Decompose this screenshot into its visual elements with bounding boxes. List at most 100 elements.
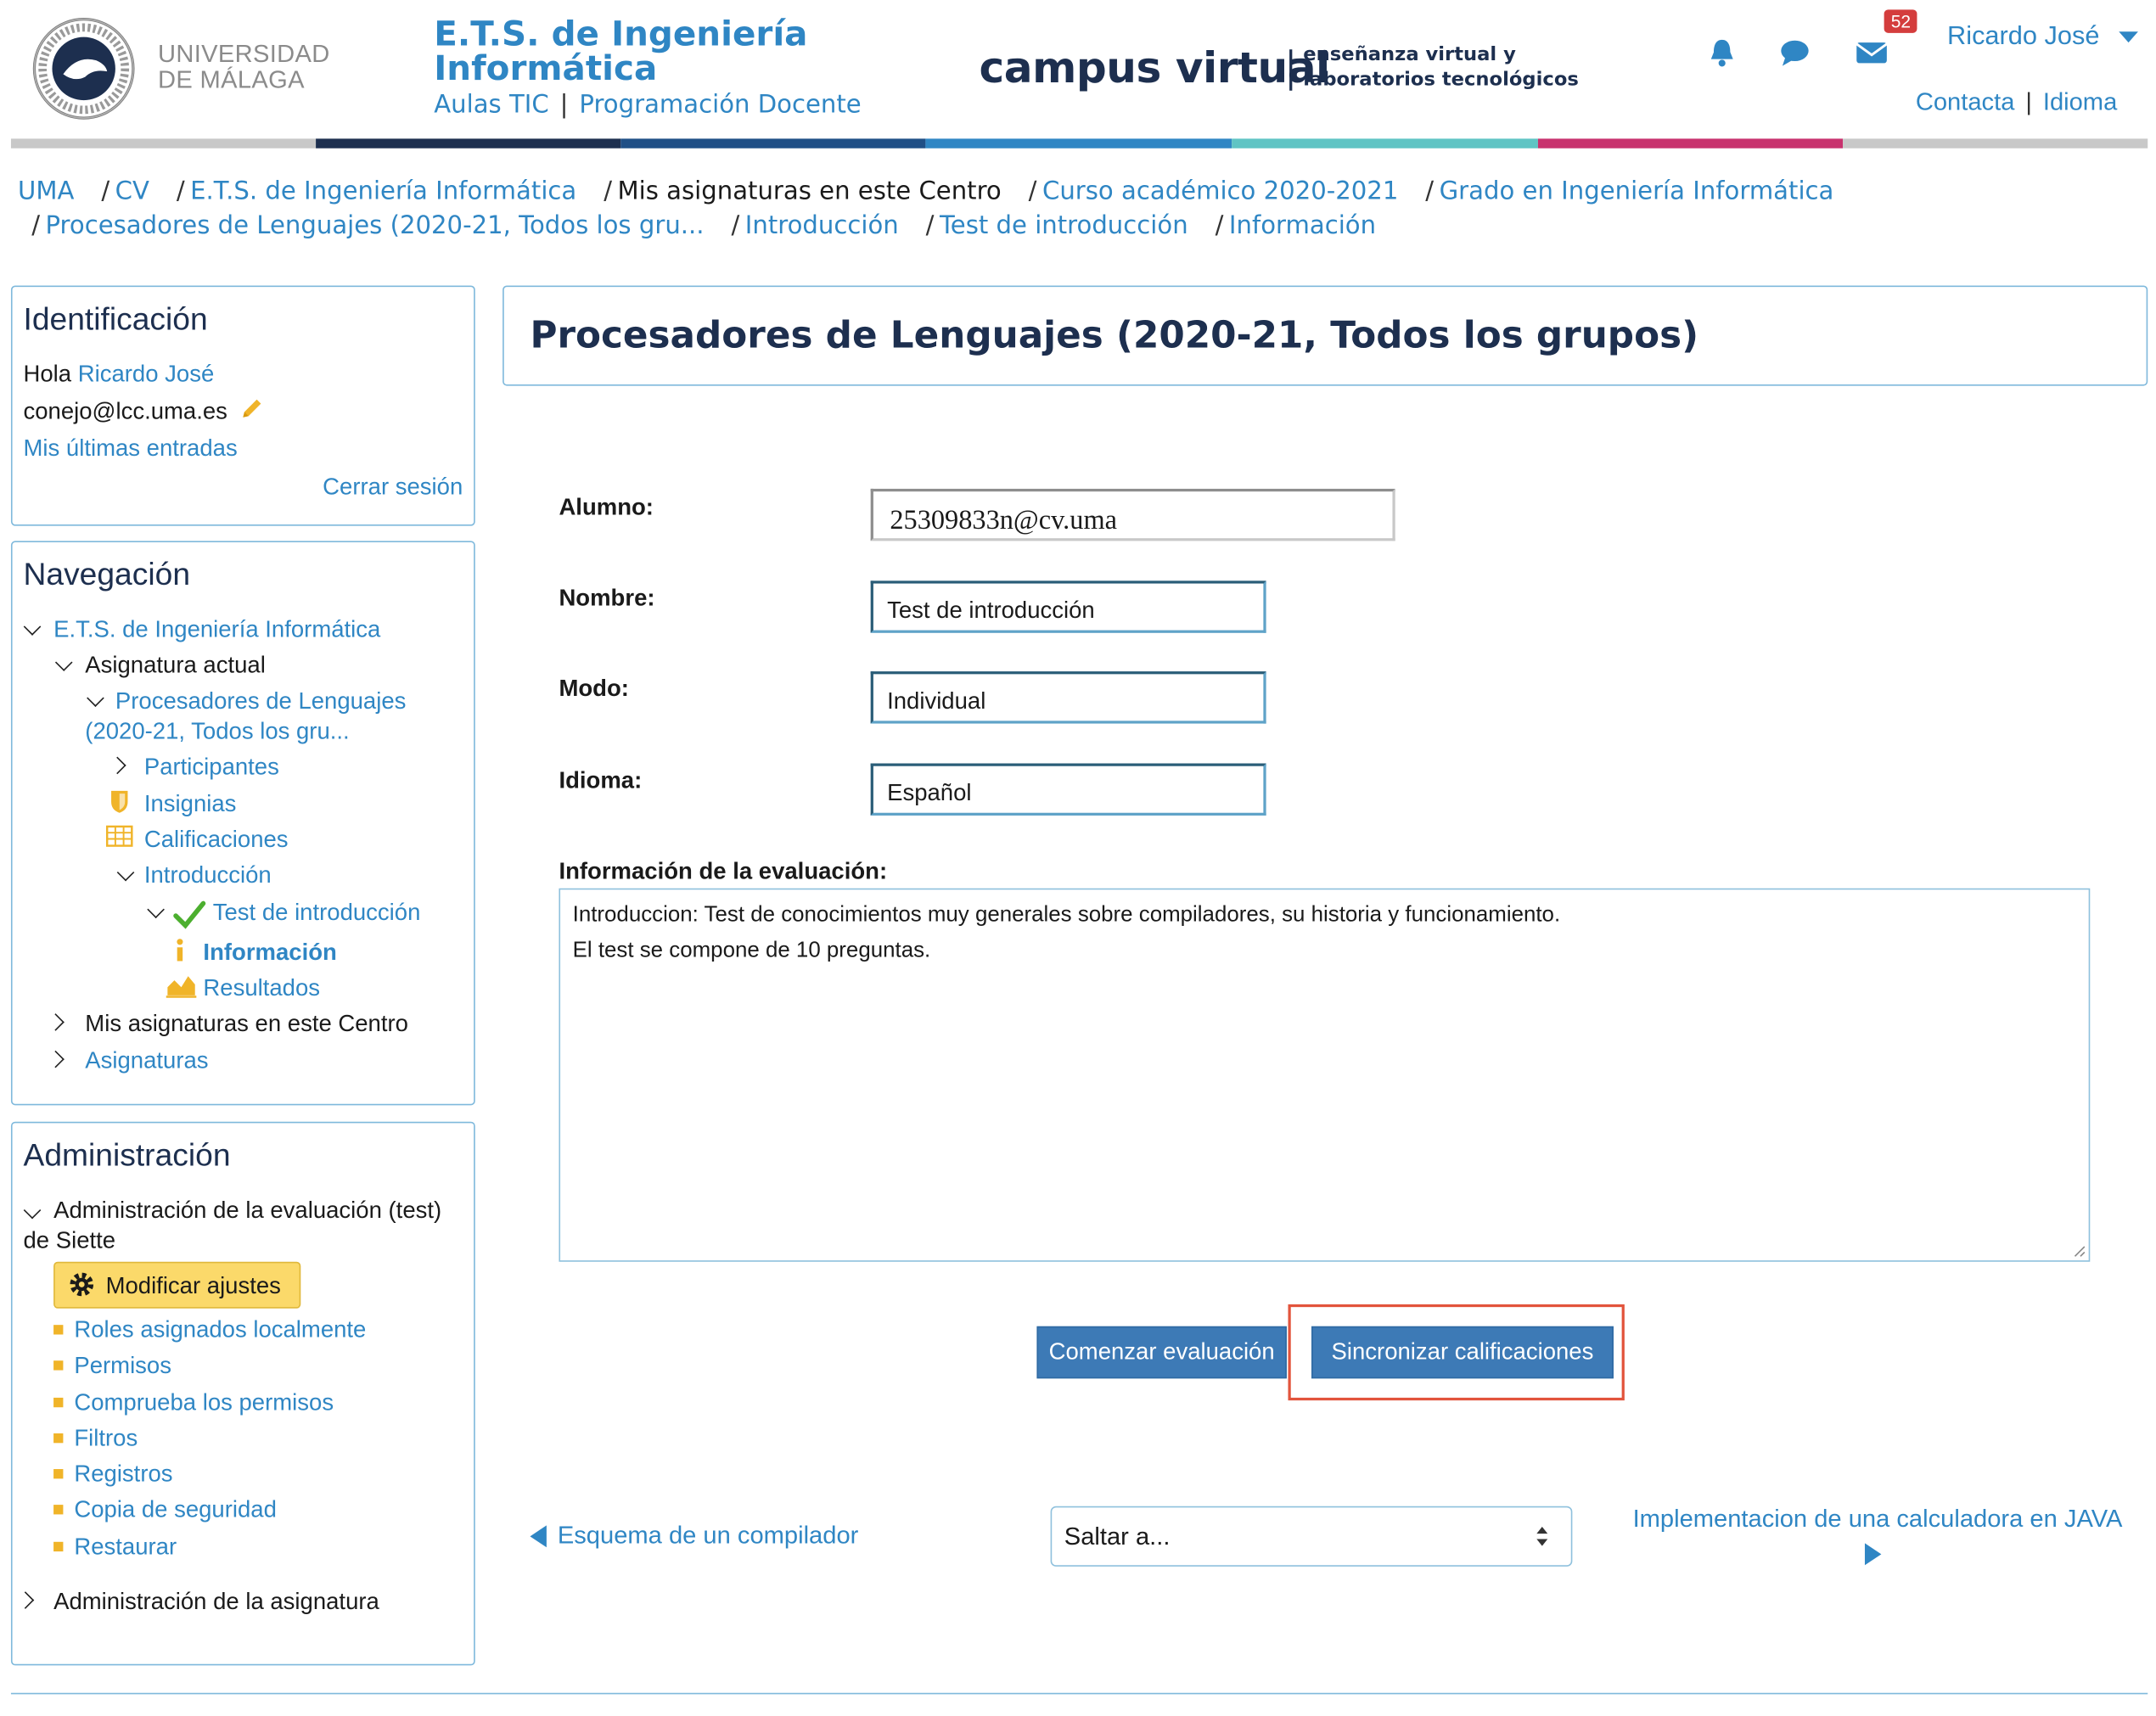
administration-block: Administración Administración de la eval…	[10, 1121, 475, 1666]
separator: /	[176, 177, 185, 206]
university-name-line2: DE MÁLAGA	[158, 65, 305, 94]
next-activity-link[interactable]: Implementacion de una calculadora en JAV…	[1633, 1505, 2123, 1534]
nav-ets-link[interactable]: E.T.S. de Ingeniería Informática	[53, 616, 380, 643]
jump-to-select-value: Saltar a...	[1064, 1523, 1171, 1551]
identification-block: Identificación Hola Ricardo José conejo@…	[10, 285, 475, 526]
breadcrumb-uma[interactable]: UMA	[18, 177, 74, 206]
site-header: UNIVERSIDAD DE MÁLAGA E.T.S. de Ingenier…	[0, 0, 2156, 149]
previous-activity-link[interactable]: Esquema de un compilador	[530, 1522, 858, 1551]
user-profile-link[interactable]: Ricardo José	[78, 361, 215, 387]
admin-permissions-link[interactable]: Permisos	[74, 1353, 171, 1380]
chevron-down-icon[interactable]	[116, 863, 135, 882]
campus-virtual-subtitle: enseñanza virtual y laboratorios tecnoló…	[1303, 42, 1579, 92]
breadcrumb-ets[interactable]: E.T.S. de Ingeniería Informática	[190, 177, 576, 206]
school-title-link[interactable]: E.T.S. de Ingeniería Informática	[434, 16, 807, 85]
breadcrumb-degree[interactable]: Grado en Ingeniería Informática	[1440, 177, 1834, 206]
nav-results-link[interactable]: Resultados	[203, 975, 320, 1002]
pencil-icon[interactable]	[239, 397, 263, 422]
aulas-tic-link[interactable]: Aulas TIC	[434, 91, 548, 120]
resize-grip-icon[interactable]	[2072, 1244, 2086, 1258]
color-bar-segment	[316, 138, 621, 149]
breadcrumb-test[interactable]: Test de introducción	[940, 211, 1188, 240]
header-links: Contacta | Idioma	[1916, 88, 2117, 117]
logout-link[interactable]: Cerrar sesión	[323, 474, 463, 501]
nav-course-link-line2[interactable]: (2020-21, Todos los gru...	[85, 718, 349, 745]
user-menu[interactable]: Ricardo José	[1947, 22, 2138, 53]
separator: /	[1028, 177, 1037, 206]
separator: /	[101, 177, 110, 206]
envelope-icon[interactable]	[1856, 37, 1889, 68]
separator: /	[731, 211, 740, 241]
campus-virtual-logo[interactable]: campus virtual	[979, 44, 1330, 93]
language-field: Español	[870, 763, 1266, 816]
nav-grades-link[interactable]: Calificaciones	[144, 827, 289, 854]
footer-divider	[10, 1692, 2148, 1695]
chat-bubble-icon[interactable]	[1780, 37, 1811, 68]
chevron-right-icon[interactable]	[47, 1050, 65, 1068]
highlight-annotation-box	[1288, 1304, 1625, 1401]
breadcrumb-info[interactable]: Información	[1229, 211, 1376, 240]
jump-to-select[interactable]: Saltar a...	[1050, 1506, 1573, 1567]
nav-courses-link[interactable]: Asignaturas	[85, 1047, 208, 1074]
campus-subtitle-line1: enseñanza virtual y	[1303, 43, 1516, 66]
separator: |	[559, 90, 569, 120]
nav-test-link[interactable]: Test de introducción	[213, 900, 421, 927]
chevron-right-icon[interactable]	[16, 1591, 35, 1609]
last-entries-link[interactable]: Mis últimas entradas	[24, 435, 238, 463]
identification-title: Identificación	[23, 300, 208, 337]
breadcrumb-course[interactable]: Procesadores de Lenguajes (2020-21, Todo…	[46, 211, 705, 240]
quiz-admin-node[interactable]: Administración de la evaluación (test)	[53, 1197, 441, 1225]
greeting-text: Hola	[23, 361, 72, 388]
admin-restore-link[interactable]: Restaurar	[74, 1534, 177, 1561]
bullet-icon	[53, 1469, 64, 1479]
nav-current-course[interactable]: Asignatura actual	[85, 652, 266, 679]
admin-local-roles-link[interactable]: Roles asignados localmente	[74, 1316, 366, 1343]
start-evaluation-button[interactable]: Comenzar evaluación	[1036, 1326, 1287, 1379]
admin-logs-link[interactable]: Registros	[74, 1461, 172, 1488]
quiz-admin-node-line2[interactable]: de Siette	[24, 1227, 116, 1254]
user-menu-name: Ricardo José	[1947, 21, 2100, 51]
color-bar-segment	[620, 138, 926, 149]
triangle-left-icon	[530, 1525, 547, 1548]
university-seal-logo[interactable]	[27, 16, 140, 121]
nav-course-link[interactable]: Procesadores de Lenguajes	[115, 688, 406, 715]
evaluation-info-textarea[interactable]: Introduccion: Test de conocimientos muy …	[559, 888, 2091, 1262]
contact-link[interactable]: Contacta	[1916, 88, 2015, 115]
bullet-icon	[53, 1360, 64, 1371]
language-label: Idioma:	[559, 767, 643, 794]
mode-field: Individual	[870, 671, 1266, 724]
nav-intro-link[interactable]: Introducción	[144, 862, 272, 889]
nav-badges-link[interactable]: Insignias	[144, 791, 237, 818]
breadcrumb-academic-year[interactable]: Curso académico 2020-2021	[1042, 177, 1398, 206]
university-name: UNIVERSIDAD DE MÁLAGA	[158, 41, 330, 94]
modify-settings-item[interactable]: Modificar ajustes	[53, 1261, 301, 1309]
triangle-right-icon[interactable]	[1864, 1543, 1882, 1566]
programacion-docente-link[interactable]: Programación Docente	[579, 91, 861, 120]
admin-backup-link[interactable]: Copia de seguridad	[74, 1496, 277, 1523]
chevron-down-icon[interactable]	[147, 900, 165, 919]
nav-my-courses[interactable]: Mis asignaturas en este Centro	[85, 1011, 408, 1038]
breadcrumb-cv[interactable]: CV	[115, 177, 149, 206]
bell-icon[interactable]	[1707, 37, 1738, 68]
admin-check-permissions-link[interactable]: Comprueba los permisos	[74, 1389, 334, 1416]
nav-info-link-active[interactable]: Información	[203, 939, 336, 967]
name-label: Nombre:	[559, 585, 655, 611]
language-link[interactable]: Idioma	[2043, 88, 2117, 115]
evaluation-info-line1: Introduccion: Test de conocimientos muy …	[572, 903, 1561, 928]
bullet-icon	[53, 1397, 64, 1408]
chevron-down-icon[interactable]	[87, 689, 104, 707]
info-icon	[177, 939, 183, 962]
chevron-right-icon[interactable]	[109, 756, 126, 775]
separator: /	[31, 211, 41, 241]
chevron-right-icon[interactable]	[47, 1013, 65, 1031]
chevron-down-icon[interactable]	[23, 1201, 42, 1220]
area-chart-icon	[166, 976, 197, 998]
bullet-icon	[53, 1433, 64, 1444]
breadcrumb-intro[interactable]: Introducción	[745, 211, 899, 240]
shield-badge-icon	[111, 790, 128, 813]
nav-participants-link[interactable]: Participantes	[144, 754, 279, 781]
chevron-down-icon[interactable]	[54, 653, 73, 671]
chevron-down-icon[interactable]	[23, 618, 42, 636]
admin-filters-link[interactable]: Filtros	[74, 1425, 138, 1452]
course-admin-node[interactable]: Administración de la asignatura	[53, 1589, 379, 1616]
